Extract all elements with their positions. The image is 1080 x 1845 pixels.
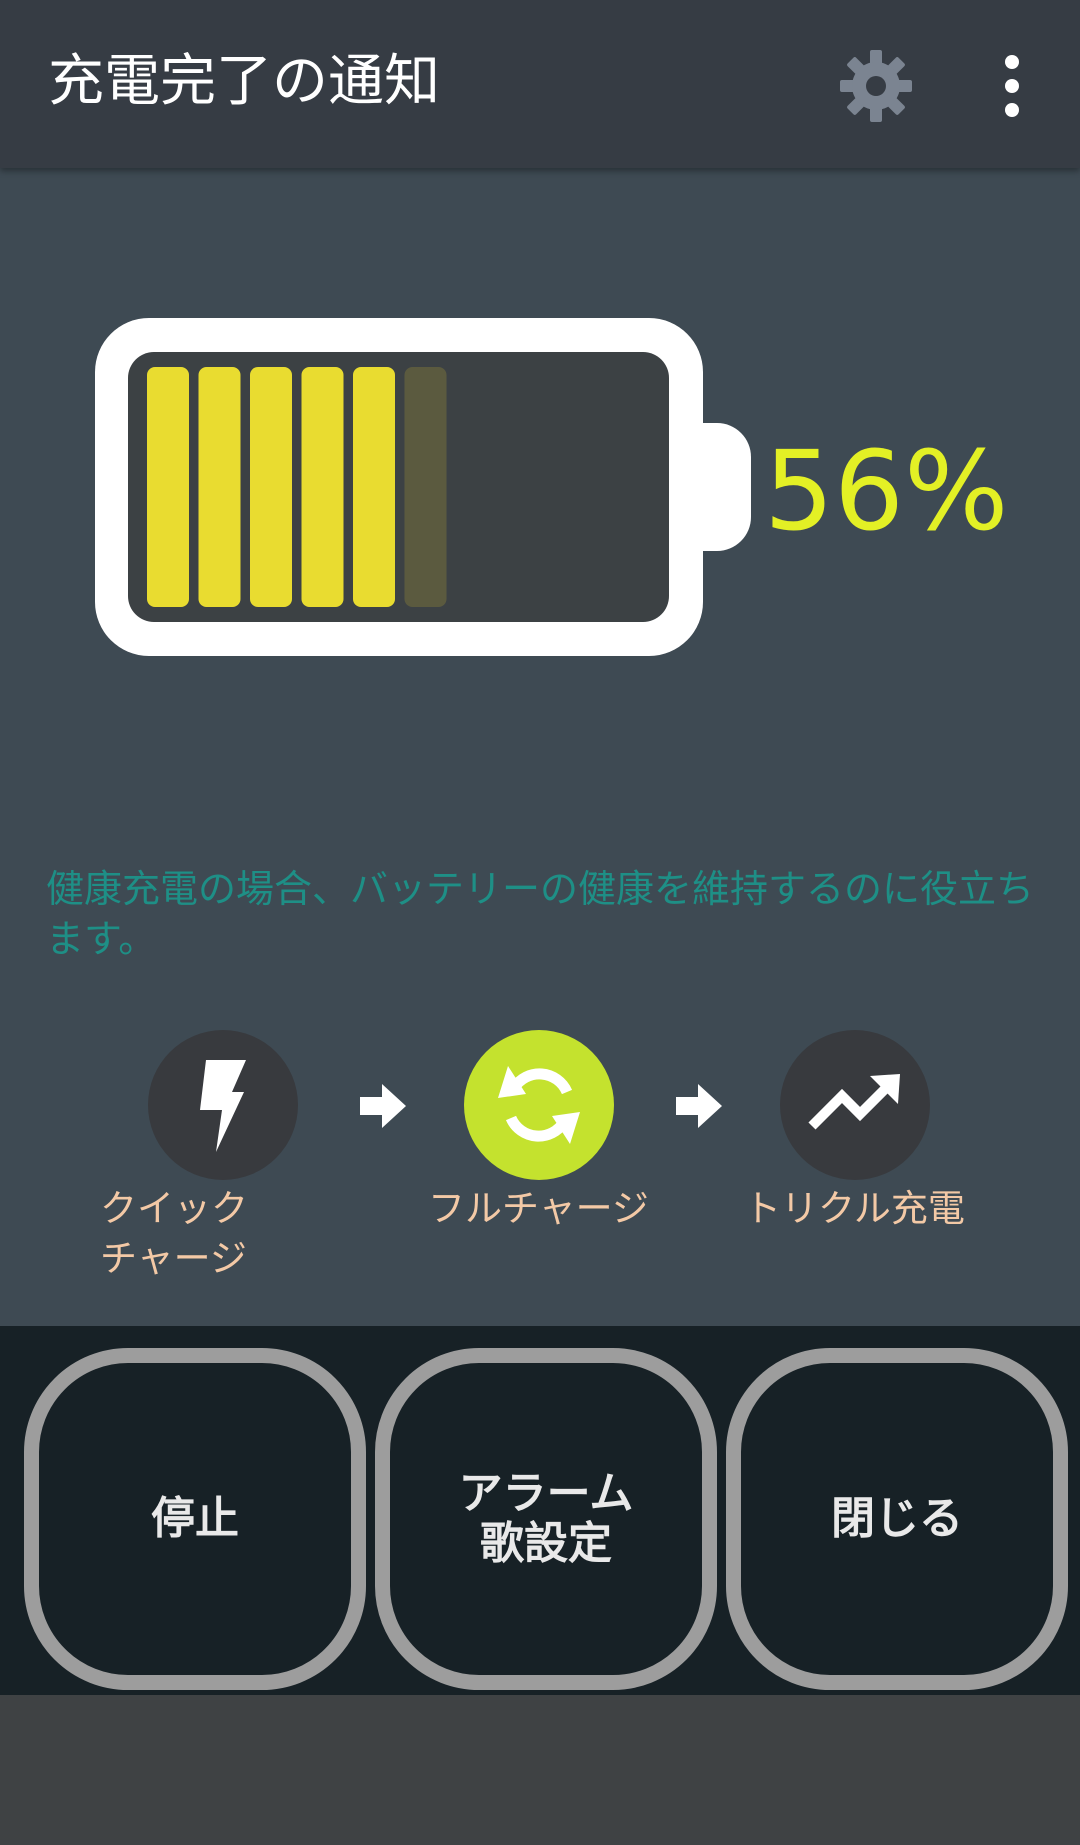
battery-bar-full (198, 367, 241, 607)
settings-button[interactable] (836, 46, 916, 126)
health-charge-description: 健康充電の場合、バッテリーの健康を維持するのに役立ちます。 (46, 867, 1035, 961)
quick-charge-label-line1: クイック (100, 1187, 248, 1230)
app-title: 充電完了の通知 (48, 49, 440, 114)
main-area: 56% 健康充電の場合、バッテリーの健康を維持するのに役立ちます。 クイック チ… (0, 168, 1080, 1326)
action-bar: 停止 アラーム 歌設定 閉じる (0, 1326, 1080, 1695)
alarm-song-settings-button[interactable]: アラーム 歌設定 (375, 1348, 717, 1690)
quick-charge-label-line2: チャージ (100, 1237, 247, 1280)
trending-up-icon (808, 1074, 900, 1130)
quick-charge-mode (148, 1030, 298, 1180)
arrow-right-icon (676, 1084, 722, 1128)
app-bar: 充電完了の通知 (0, 0, 1080, 168)
battery-bar-full (301, 367, 344, 607)
battery-icon (95, 318, 751, 656)
battery-percent: 56% (764, 427, 1009, 555)
trickle-charge-mode (780, 1030, 930, 1180)
battery-indicator (95, 318, 755, 658)
stop-button-label: 停止 (151, 1493, 239, 1544)
quick-charge-label: クイック チャージ (100, 1184, 248, 1284)
stop-button[interactable]: 停止 (24, 1348, 366, 1690)
battery-bar-full (353, 367, 395, 607)
more-vert-icon (1005, 55, 1019, 117)
close-button[interactable]: 閉じる (726, 1348, 1068, 1690)
battery-bar-full (147, 367, 189, 607)
trickle-charge-label: トリクル充電 (744, 1187, 965, 1230)
sync-icon (498, 1066, 580, 1144)
battery-bar-full (250, 367, 292, 607)
overflow-menu-button[interactable] (992, 50, 1032, 122)
gear-icon (840, 50, 912, 122)
footer-strip (0, 1695, 1080, 1845)
alarm-button-label-line1: アラーム (458, 1468, 634, 1519)
full-charge-mode (464, 1030, 614, 1180)
full-charge-label: フルチャージ (428, 1187, 649, 1230)
lightning-icon (200, 1060, 246, 1152)
close-button-label: 閉じる (831, 1493, 963, 1544)
arrow-right-icon (360, 1084, 406, 1128)
alarm-button-label-line2: 歌設定 (480, 1518, 612, 1569)
battery-bar-partial (404, 367, 447, 607)
